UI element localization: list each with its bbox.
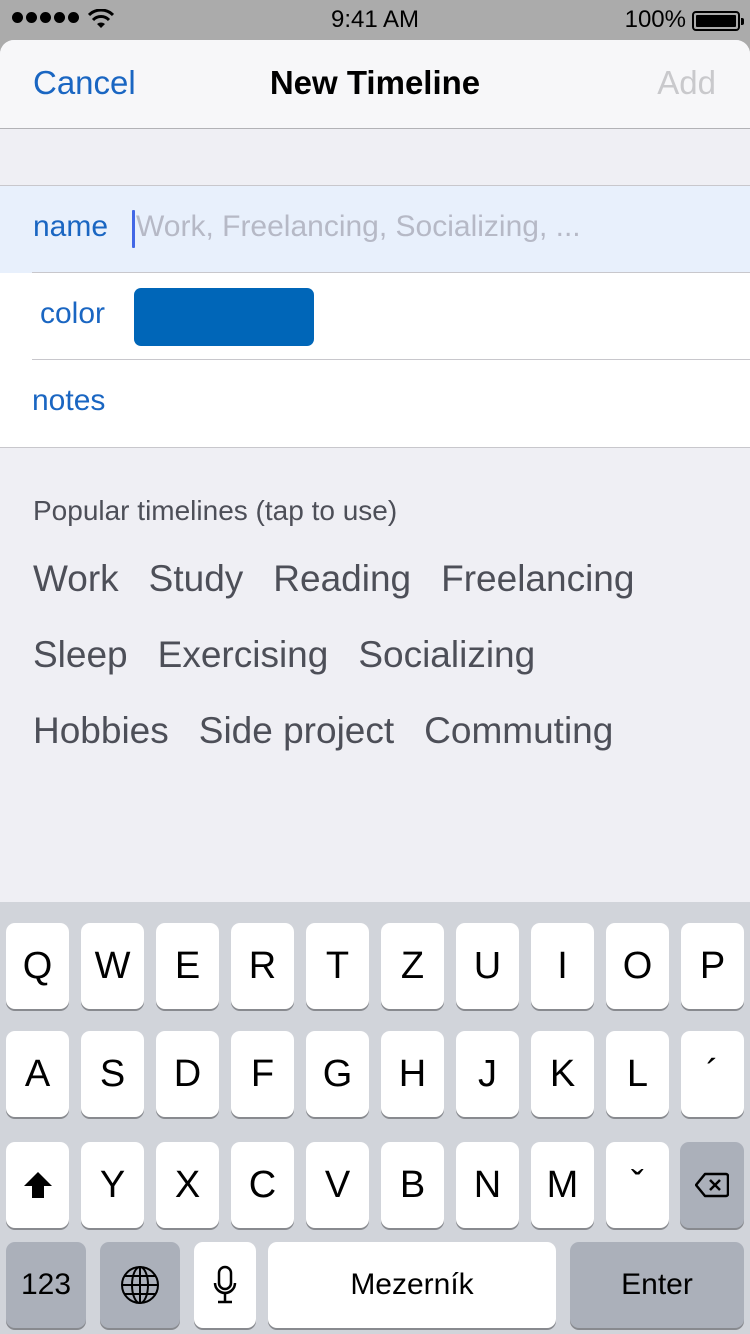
key[interactable]: U (456, 923, 519, 1009)
microphone-key[interactable] (194, 1242, 256, 1328)
popular-timeline-chip[interactable]: Hobbies (33, 710, 169, 786)
keyboard: 123 Mezerník Enter Q W E R T Z U I O P A S D F G H J K L ´ Y… (0, 902, 750, 1334)
popular-timeline-chip[interactable]: Reading (273, 558, 411, 634)
key[interactable]: G (306, 1031, 369, 1117)
timeline-form: name Work, Freelancing, Socializing, ...… (0, 185, 750, 448)
space-key[interactable]: Mezerník (268, 1242, 556, 1328)
navigation-bar: Cancel New Timeline Add (0, 40, 750, 129)
name-row[interactable]: name Work, Freelancing, Socializing, ... (0, 186, 750, 273)
popular-heading: Popular timelines (tap to use) (33, 495, 398, 526)
key[interactable]: D (156, 1031, 219, 1117)
key[interactable]: B (381, 1142, 444, 1228)
popular-timeline-chip[interactable]: Work (33, 558, 119, 634)
chip-row: Sleep Exercising Socializing (33, 634, 733, 710)
notes-label: notes (32, 384, 106, 417)
key[interactable]: H (381, 1031, 444, 1117)
color-swatch[interactable] (134, 288, 314, 346)
popular-timeline-chip[interactable]: Side project (199, 710, 394, 786)
key[interactable]: T (306, 923, 369, 1009)
key[interactable]: N (456, 1142, 519, 1228)
key[interactable]: O (606, 923, 669, 1009)
numbers-key-label: 123 (20, 1268, 72, 1301)
battery-percent: 100% (624, 6, 686, 33)
key[interactable]: ´ (681, 1031, 744, 1117)
key[interactable]: F (231, 1031, 294, 1117)
popular-timeline-chip[interactable]: Study (149, 558, 244, 634)
numbers-key[interactable]: 123 (6, 1242, 86, 1328)
key[interactable]: I (531, 923, 594, 1009)
status-bar: 9:41 AM 100% (0, 0, 750, 40)
text-cursor (132, 210, 135, 248)
cancel-button[interactable]: Cancel (33, 64, 136, 102)
battery-icon (692, 11, 744, 31)
key[interactable]: W (81, 923, 144, 1009)
key[interactable]: E (156, 923, 219, 1009)
key[interactable]: ˇ (606, 1142, 669, 1228)
key[interactable]: Q (6, 923, 69, 1009)
key[interactable]: V (306, 1142, 369, 1228)
popular-timeline-chip[interactable]: Socializing (358, 634, 535, 710)
key[interactable]: P (681, 923, 744, 1009)
delete-icon (695, 1172, 729, 1198)
chip-row: Work Study Reading Freelancing (33, 558, 733, 634)
shift-icon (23, 1172, 52, 1198)
key[interactable]: C (231, 1142, 294, 1228)
key[interactable]: R (231, 923, 294, 1009)
key[interactable]: K (531, 1031, 594, 1117)
name-input[interactable]: Work, Freelancing, Socializing, ... (136, 210, 581, 244)
popular-timeline-chip[interactable]: Freelancing (441, 558, 634, 634)
key[interactable]: A (6, 1031, 69, 1117)
key[interactable]: Y (81, 1142, 144, 1228)
chip-row: Hobbies Side project Commuting (33, 710, 733, 786)
key[interactable]: X (156, 1142, 219, 1228)
globe-icon (121, 1266, 159, 1304)
delete-key[interactable] (680, 1142, 744, 1228)
name-label: name (33, 210, 109, 243)
key[interactable]: M (531, 1142, 594, 1228)
popular-timelines: Work Study Reading Freelancing Sleep Exercisi… (33, 558, 733, 786)
globe-key[interactable] (100, 1242, 180, 1328)
popular-timeline-chip[interactable]: Sleep (33, 634, 128, 710)
add-button[interactable]: Add (657, 64, 716, 102)
key[interactable]: S (81, 1031, 144, 1117)
color-row[interactable]: color (0, 273, 750, 360)
notes-row[interactable]: notes (0, 360, 750, 447)
popular-timeline-chip[interactable]: Commuting (424, 710, 613, 786)
key[interactable]: L (606, 1031, 669, 1117)
key[interactable]: J (456, 1031, 519, 1117)
microphone-icon (213, 1265, 237, 1304)
enter-key[interactable]: Enter (570, 1242, 744, 1328)
space-key-label: Mezerník (350, 1268, 474, 1301)
enter-key-label: Enter (621, 1268, 693, 1301)
popular-timeline-chip[interactable]: Exercising (158, 634, 329, 710)
color-label: color (40, 297, 106, 330)
shift-key[interactable] (6, 1142, 69, 1228)
key[interactable]: Z (381, 923, 444, 1009)
